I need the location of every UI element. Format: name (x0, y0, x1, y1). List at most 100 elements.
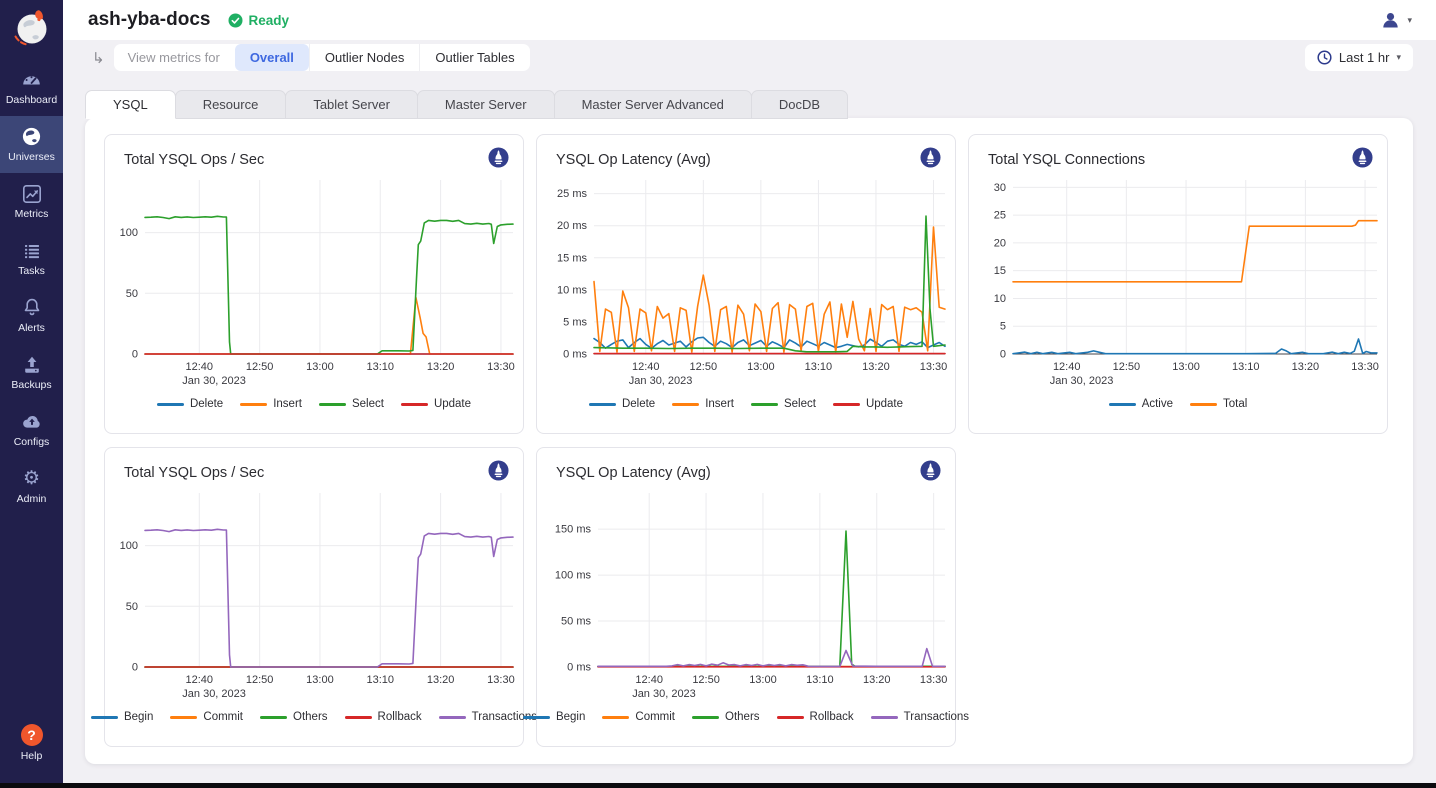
sidebar-item-label: Admin (17, 493, 47, 505)
chart-header: YSQL Op Latency (Avg) (537, 135, 955, 172)
svg-text:13:30: 13:30 (487, 674, 515, 686)
tab-tablet-server[interactable]: Tablet Server (285, 90, 418, 119)
legend-label: Insert (273, 398, 302, 410)
legend-swatch (240, 403, 267, 406)
app-logo[interactable] (0, 0, 63, 55)
chart-plot[interactable]: 12:40Jan 30, 202312:5013:0013:1013:2013:… (105, 172, 525, 396)
legend-label: Others (725, 711, 760, 723)
chart-plot[interactable]: 12:40Jan 30, 202312:5013:0013:1013:2013:… (537, 485, 957, 709)
legend-item-update[interactable]: Update (401, 398, 471, 410)
sidebar-nav: Dashboard Universes MetricsTasksAlertsBack… (0, 59, 63, 515)
legend-swatch (345, 716, 372, 719)
legend-item-total[interactable]: Total (1190, 398, 1247, 410)
scope-tab-outlier-nodes[interactable]: Outlier Nodes (309, 44, 419, 71)
legend-swatch (692, 716, 719, 719)
svg-text:13:10: 13:10 (367, 361, 395, 373)
charts-grid: Total YSQL Ops / Sec12:40Jan 30, 202312:… (104, 134, 1394, 747)
legend-item-select[interactable]: Select (751, 398, 816, 410)
tab-master-server-advanced[interactable]: Master Server Advanced (554, 90, 752, 119)
svg-text:5: 5 (1000, 321, 1006, 333)
chart-plot[interactable]: 12:40Jan 30, 202312:5013:0013:1013:2013:… (537, 172, 957, 396)
svg-text:12:40: 12:40 (1053, 361, 1081, 373)
scope-tab-overall[interactable]: Overall (235, 44, 309, 71)
legend-label: Update (434, 398, 471, 410)
sidebar-item-metrics[interactable]: Metrics (0, 173, 63, 230)
legend-label: Others (293, 711, 328, 723)
chart-legend: Delete Insert Select Update (537, 398, 955, 410)
yugabyte-logo-icon (9, 5, 55, 51)
sidebar-item-universes[interactable]: Universes (0, 116, 63, 173)
legend-item-transactions[interactable]: Transactions (871, 711, 969, 723)
universe-title: ash-yba-docs (88, 9, 210, 31)
chart-plot[interactable]: 12:40Jan 30, 202312:5013:0013:1013:2013:… (105, 485, 525, 709)
sidebar-item-dashboard[interactable]: Dashboard (0, 59, 63, 116)
svg-text:50 ms: 50 ms (561, 616, 591, 628)
legend-item-rollback[interactable]: Rollback (777, 711, 854, 723)
svg-text:12:40: 12:40 (632, 361, 660, 373)
tab-docdb[interactable]: DocDB (751, 90, 848, 119)
svg-text:50: 50 (126, 601, 138, 613)
legend-item-begin[interactable]: Begin (91, 711, 153, 723)
metrics-scope-tabs: View metrics for OverallOutlier NodesOut… (114, 44, 530, 71)
svg-text:12:50: 12:50 (1113, 361, 1141, 373)
svg-text:10 ms: 10 ms (557, 284, 587, 296)
chart-title: Total YSQL Ops / Sec (124, 465, 264, 481)
sidebar-item-help[interactable]: ? Help (0, 714, 63, 771)
legend-item-commit[interactable]: Commit (170, 711, 243, 723)
legend-item-insert[interactable]: Insert (240, 398, 302, 410)
sidebar-item-backups[interactable]: Backups (0, 344, 63, 401)
legend-item-update[interactable]: Update (833, 398, 903, 410)
svg-text:12:40: 12:40 (635, 674, 663, 686)
sidebar-item-tasks[interactable]: Tasks (0, 230, 63, 287)
app-window: Dashboard Universes MetricsTasksAlertsBack… (0, 0, 1436, 783)
prometheus-icon[interactable] (920, 147, 941, 173)
top-header: ash-yba-docs Ready ▾ (63, 0, 1436, 40)
legend-label: Begin (556, 711, 585, 723)
svg-text:13:30: 13:30 (920, 361, 948, 373)
time-range-selector[interactable]: Last 1 hr ▾ (1305, 44, 1413, 71)
chart-header: YSQL Op Latency (Avg) (537, 448, 955, 485)
sidebar-item-label: Universes (8, 151, 55, 163)
chart-plot[interactable]: 12:40Jan 30, 202312:5013:0013:1013:2013:… (969, 172, 1389, 396)
svg-text:Jan 30, 2023: Jan 30, 2023 (629, 375, 693, 387)
legend-item-begin[interactable]: Begin (523, 711, 585, 723)
legend-item-select[interactable]: Select (319, 398, 384, 410)
sidebar-item-admin[interactable]: ⚙Admin (0, 458, 63, 515)
main-column: ash-yba-docs Ready ▾ ↳ View me (63, 0, 1436, 783)
gauge-icon (21, 70, 42, 90)
legend-item-others[interactable]: Others (692, 711, 760, 723)
prometheus-icon[interactable] (1352, 147, 1373, 173)
scope-tab-outlier-tables[interactable]: Outlier Tables (419, 44, 529, 71)
legend-item-insert[interactable]: Insert (672, 398, 734, 410)
svg-text:5 ms: 5 ms (563, 316, 587, 328)
sidebar-item-alerts[interactable]: Alerts (0, 287, 63, 344)
legend-swatch (1190, 403, 1217, 406)
legend-item-delete[interactable]: Delete (589, 398, 655, 410)
svg-text:150 ms: 150 ms (555, 524, 592, 536)
svg-text:0: 0 (132, 662, 138, 674)
svg-text:Jan 30, 2023: Jan 30, 2023 (182, 688, 246, 700)
svg-text:Jan 30, 2023: Jan 30, 2023 (632, 688, 696, 700)
svg-text:12:50: 12:50 (246, 674, 274, 686)
tab-resource[interactable]: Resource (175, 90, 287, 119)
user-menu[interactable]: ▾ (1381, 11, 1412, 29)
svg-text:13:20: 13:20 (427, 361, 455, 373)
legend-item-active[interactable]: Active (1109, 398, 1173, 410)
legend-label: Delete (190, 398, 223, 410)
prometheus-icon[interactable] (488, 460, 509, 486)
legend-item-others[interactable]: Others (260, 711, 328, 723)
prometheus-icon[interactable] (920, 460, 941, 486)
tab-master-server[interactable]: Master Server (417, 90, 555, 119)
svg-text:100 ms: 100 ms (555, 570, 592, 582)
clock-icon (1317, 50, 1332, 65)
sidebar-item-configs[interactable]: Configs (0, 401, 63, 458)
legend-item-delete[interactable]: Delete (157, 398, 223, 410)
check-circle-icon (228, 13, 243, 28)
legend-item-rollback[interactable]: Rollback (345, 711, 422, 723)
prometheus-icon[interactable] (488, 147, 509, 173)
chart-title: Total YSQL Ops / Sec (124, 152, 264, 168)
svg-text:100: 100 (120, 227, 138, 239)
tab-ysql[interactable]: YSQL (85, 90, 176, 119)
legend-item-commit[interactable]: Commit (602, 711, 675, 723)
time-range-label: Last 1 hr (1339, 50, 1390, 65)
